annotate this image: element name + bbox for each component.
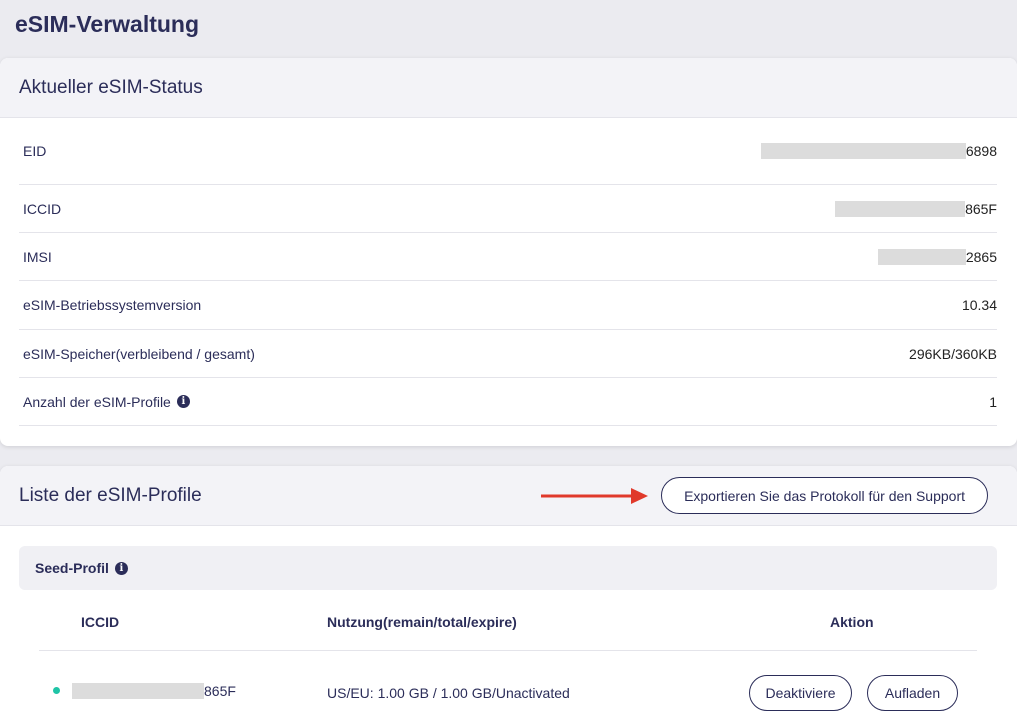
status-row-imsi: IMSI 2865	[19, 233, 997, 281]
status-label-storage: eSIM-Speicher(verbleibend / gesamt)	[23, 345, 255, 362]
status-dot-icon	[53, 687, 60, 694]
status-value-profile-count: 1	[989, 393, 997, 410]
imsi-value-suffix: 2865	[965, 248, 997, 265]
profiles-card-header: Liste der eSIM-Profile Exportieren Sie d…	[0, 466, 1017, 526]
status-row-eid: EID 6898	[19, 118, 997, 185]
table-row: 865F US/EU: 1.00 GB / 1.00 GB/Unactivate…	[39, 671, 977, 713]
column-header-usage: Nutzung(remain/total/expire)	[327, 614, 517, 630]
eid-value-suffix: 6898	[965, 143, 997, 159]
profile-usage: US/EU: 1.00 GB / 1.00 GB/Unactivated	[327, 685, 570, 701]
seed-profile-label: Seed-Profil	[35, 560, 109, 576]
status-row-profile-count: Anzahl der eSIM-Profile i 1	[19, 378, 997, 426]
status-value-eid: 6898	[760, 143, 997, 159]
redacted-mask	[835, 200, 966, 217]
redacted-mask	[72, 683, 204, 699]
status-value-os-version: 10.34	[961, 297, 997, 313]
export-log-button[interactable]: Exportieren Sie das Protokoll für den Su…	[661, 477, 988, 514]
status-label-eid: EID	[23, 143, 47, 159]
arrow-right-icon	[541, 487, 649, 504]
deactivate-button[interactable]: Deaktiviere	[749, 675, 852, 711]
profiles-table-header: ICCID Nutzung(remain/total/expire) Aktio…	[39, 605, 977, 651]
seed-profile-bar: Seed-Profil i	[19, 546, 997, 590]
profiles-header-actions: Exportieren Sie das Protokoll für den Su…	[541, 477, 988, 514]
status-label-profile-count: Anzahl der eSIM-Profile	[23, 393, 171, 410]
status-label-imsi: IMSI	[23, 248, 52, 265]
redacted-mask	[877, 248, 966, 265]
info-icon[interactable]: i	[114, 561, 128, 575]
recharge-button[interactable]: Aufladen	[867, 675, 958, 711]
esim-status-card: Aktueller eSIM-Status EID 6898 ICCID 865…	[0, 58, 1017, 446]
profile-iccid: 865F	[72, 683, 236, 699]
info-icon[interactable]: i	[176, 395, 190, 408]
status-row-iccid: ICCID 865F	[19, 185, 997, 233]
iccid-value-suffix: 865F	[965, 200, 997, 217]
esim-profiles-card: Liste der eSIM-Profile Exportieren Sie d…	[0, 466, 1017, 713]
status-card-title: Aktueller eSIM-Status	[0, 58, 1017, 118]
status-list: EID 6898 ICCID 865F IMSI 2865 eSIM-Betri…	[0, 118, 1017, 426]
status-label-os-version: eSIM-Betriebssystemversion	[23, 297, 202, 313]
page-title: eSIM-Verwaltung	[15, 11, 200, 37]
status-row-os-version: eSIM-Betriebssystemversion 10.34	[19, 281, 997, 330]
redacted-mask	[760, 143, 966, 159]
status-value-iccid: 865F	[835, 200, 997, 217]
profile-iccid-suffix: 865F	[204, 683, 236, 699]
status-row-storage: eSIM-Speicher(verbleibend / gesamt) 296K…	[19, 330, 997, 378]
profiles-card-title: Liste der eSIM-Profile	[19, 484, 202, 506]
status-label-profile-count-wrap: Anzahl der eSIM-Profile i	[23, 394, 190, 410]
status-value-imsi: 2865	[877, 248, 997, 265]
column-header-iccid: ICCID	[81, 614, 120, 630]
column-header-action: Aktion	[830, 614, 874, 630]
status-label-iccid: ICCID	[23, 200, 62, 217]
status-value-storage: 296KB/360KB	[909, 345, 997, 362]
